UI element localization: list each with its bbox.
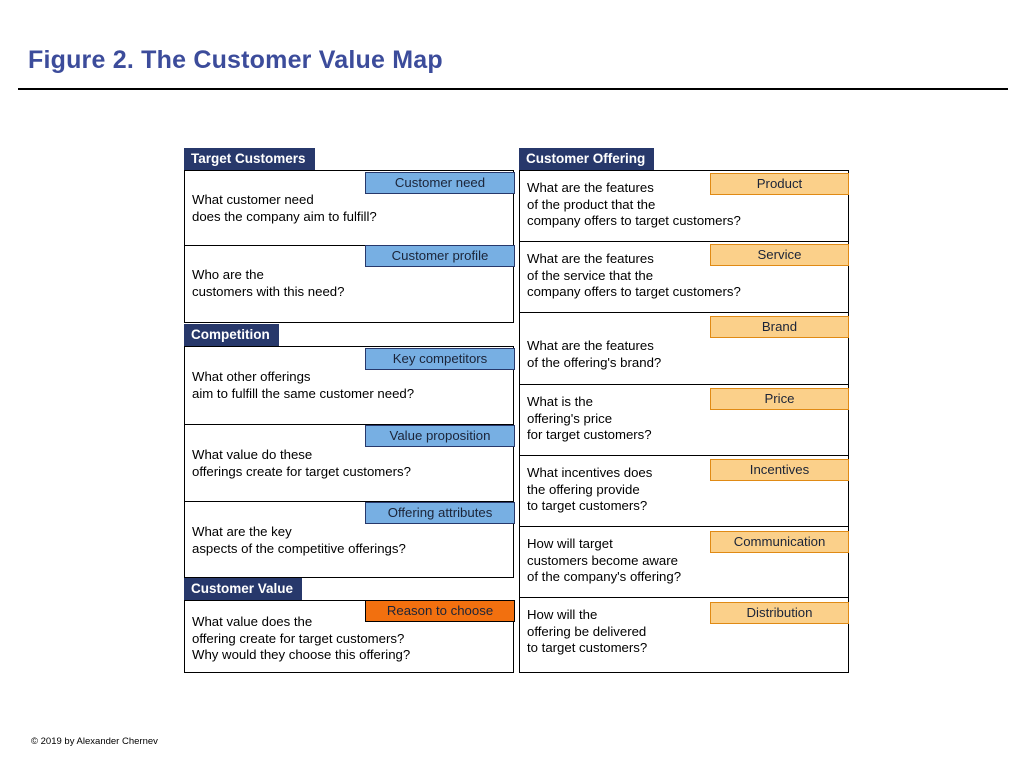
badge-price[interactable]: Price — [710, 388, 849, 410]
section-header-target-customers: Target Customers — [184, 148, 315, 170]
row-question-text: Who are the customers with this need? — [192, 267, 345, 299]
row-question-text: What is the offering's price for target … — [527, 394, 652, 442]
badge-service[interactable]: Service — [710, 244, 849, 266]
row-question-text: How will target customers become aware o… — [527, 536, 682, 584]
badge-offering-attributes[interactable]: Offering attributes — [365, 502, 515, 524]
row-question-text: What other offerings aim to fulfill the … — [192, 369, 415, 401]
row-question-text: What are the features of the service tha… — [527, 251, 741, 299]
row-question-text: What are the key aspects of the competit… — [192, 524, 406, 556]
customer-value-map-diagram: Target Customers What customer need does… — [0, 0, 1024, 768]
section-header-customer-value: Customer Value — [184, 578, 303, 600]
row-question-text: What are the features of the offering's … — [527, 338, 662, 370]
badge-distribution[interactable]: Distribution — [710, 602, 849, 624]
badge-value-proposition[interactable]: Value proposition — [365, 425, 515, 447]
group-customer-offering: Customer Offering What are the features … — [519, 148, 849, 673]
badge-incentives[interactable]: Incentives — [710, 459, 849, 481]
row-question-text: What incentives does the offering provid… — [527, 465, 653, 513]
row-question-text: What customer need does the company aim … — [192, 192, 377, 224]
row-question-text: What value do these offerings create for… — [192, 447, 411, 479]
section-header-competition: Competition — [184, 324, 279, 346]
copyright-credit: © 2019 by Alexander Chernev — [31, 736, 158, 747]
group-target-customers: Target Customers What customer need does… — [184, 148, 515, 323]
group-competition: Competition What other offerings aim to … — [184, 324, 515, 578]
section-header-customer-offering: Customer Offering — [519, 148, 655, 170]
badge-communication[interactable]: Communication — [710, 531, 849, 553]
badge-brand[interactable]: Brand — [710, 316, 849, 338]
badge-product[interactable]: Product — [710, 173, 849, 195]
badge-reason-to-choose[interactable]: Reason to choose — [365, 600, 515, 622]
group-customer-value: Customer Value What value does the offer… — [184, 578, 515, 673]
group-box-competition: What other offerings aim to fulfill the … — [184, 346, 514, 578]
badge-customer-need[interactable]: Customer need — [365, 172, 515, 194]
row-question-text: What are the features of the product tha… — [527, 180, 741, 228]
row-question-text: How will the offering be delivered to ta… — [527, 607, 648, 655]
badge-customer-profile[interactable]: Customer profile — [365, 245, 515, 267]
badge-key-competitors[interactable]: Key competitors — [365, 348, 515, 370]
